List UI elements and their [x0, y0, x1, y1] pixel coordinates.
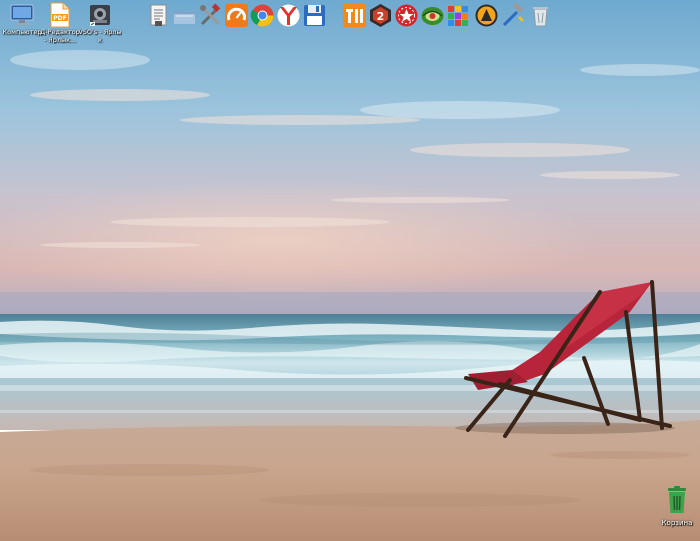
poker-icon[interactable] — [394, 3, 419, 28]
pdf-icon: PDF — [47, 2, 73, 28]
desktop-wallpaper — [0, 0, 700, 541]
desktop-icon-label: VSO's - Ярлык — [78, 29, 122, 44]
speedometer-icon[interactable] — [224, 3, 249, 28]
yandex-browser-icon[interactable] — [276, 3, 301, 28]
second-app-icon[interactable]: 2 — [368, 3, 393, 28]
floppy-disk-icon[interactable] — [302, 3, 327, 28]
svg-text:2: 2 — [377, 10, 385, 23]
document-icon[interactable] — [146, 3, 171, 28]
recycle-bin-small-icon[interactable] — [528, 3, 553, 28]
desktop-icon-pdf-editor[interactable]: PDF Д-Редактор - Ярлык... — [38, 2, 82, 44]
total-commander-icon[interactable] — [342, 3, 367, 28]
desktop-icon-label: Д-Редактор - Ярлык... — [40, 29, 80, 44]
desktop-icon-recycle-bin[interactable]: Корзина — [658, 486, 696, 527]
hammer-tool-icon[interactable] — [500, 3, 525, 28]
vso-icon — [87, 2, 113, 28]
svg-text:PDF: PDF — [53, 15, 66, 22]
tools-icon[interactable] — [198, 3, 223, 28]
trash-can-icon — [665, 486, 689, 518]
color-grid-icon[interactable] — [446, 3, 471, 28]
aimp-icon[interactable] — [474, 3, 499, 28]
chrome-icon[interactable] — [250, 3, 275, 28]
folder-icon[interactable] — [172, 3, 197, 28]
computer-icon — [9, 2, 35, 28]
desktop-icon-vso[interactable]: VSO's - Ярлык — [78, 2, 122, 44]
recycle-bin-label: Корзина — [661, 519, 693, 527]
game-icon[interactable] — [420, 3, 445, 28]
